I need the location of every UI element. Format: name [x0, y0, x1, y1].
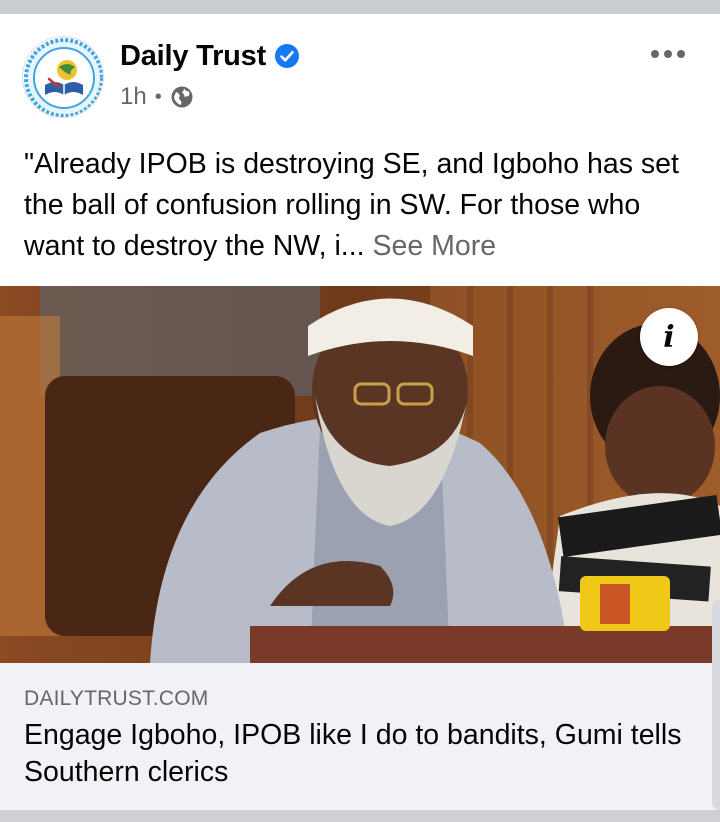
post-message-text: "Already IPOB is destroying SE, and Igbo…	[24, 148, 679, 262]
post-timestamp[interactable]: 1h	[120, 83, 147, 111]
post-image[interactable]: i	[0, 286, 720, 663]
page-name-link[interactable]: Daily Trust	[120, 40, 266, 73]
globe-icon	[171, 86, 193, 108]
news-photo	[0, 286, 720, 663]
link-preview[interactable]: DAILYTRUST.COM Engage Igboho, IPOB like …	[0, 663, 720, 810]
post-card: Daily Trust 1h • "Already IPOB is destro…	[0, 14, 720, 810]
meta-separator: •	[154, 85, 162, 108]
more-options-button[interactable]	[646, 40, 690, 68]
verified-badge-icon	[275, 44, 300, 68]
scroll-indicator	[712, 600, 720, 810]
top-separator	[0, 0, 720, 14]
post-message: "Already IPOB is destroying SE, and Igbo…	[24, 144, 700, 267]
daily-trust-logo-icon	[24, 38, 103, 117]
more-options-icon	[651, 50, 659, 58]
page-avatar[interactable]	[22, 36, 104, 118]
link-domain: DAILYTRUST.COM	[24, 687, 209, 710]
link-title[interactable]: Engage Igboho, IPOB like I do to bandits…	[24, 717, 700, 791]
see-more-link[interactable]: See More	[372, 230, 496, 262]
ad-info-button[interactable]: i	[640, 308, 698, 366]
